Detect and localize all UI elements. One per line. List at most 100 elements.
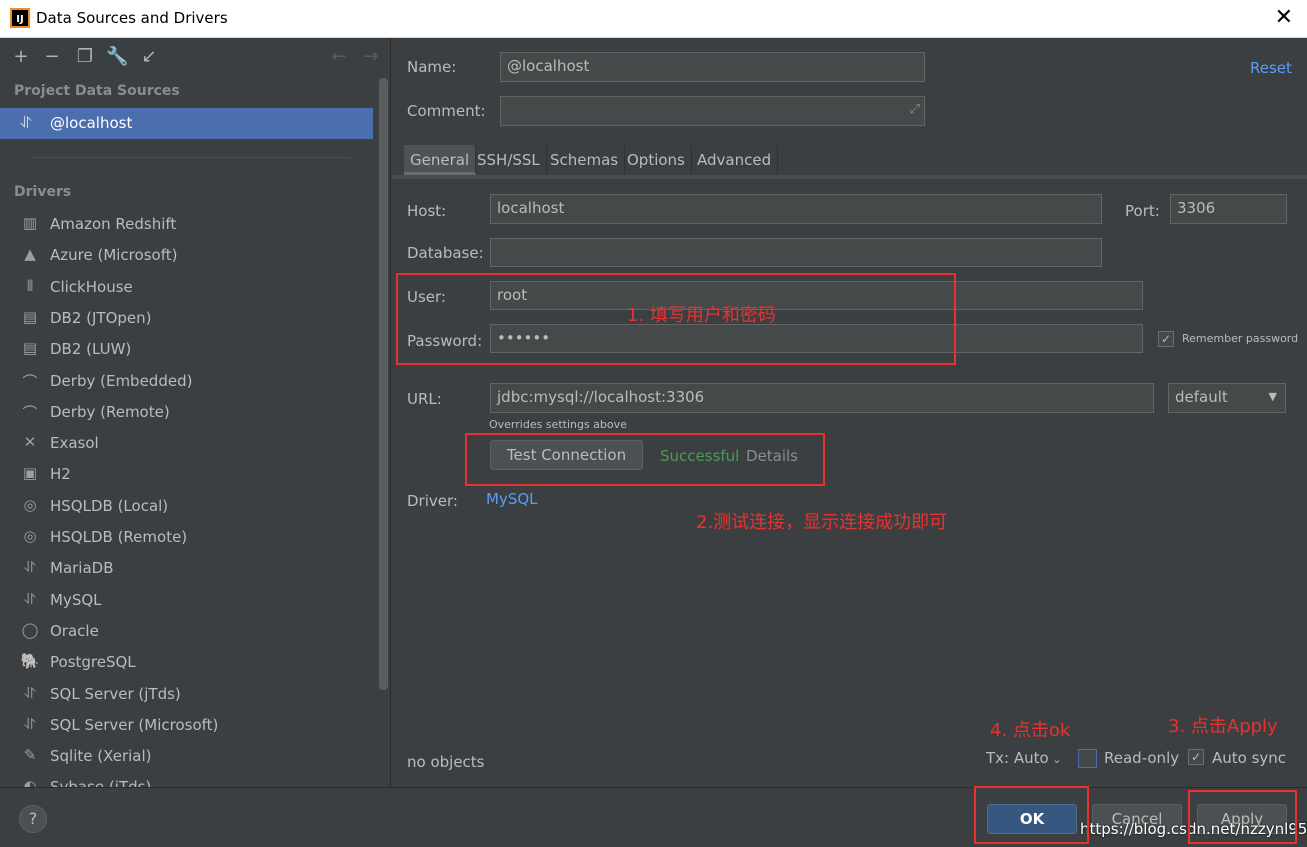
url-mode-select[interactable]: default ▼	[1168, 383, 1286, 413]
driver-label: Oracle	[50, 621, 99, 640]
driver-link[interactable]: MySQL	[486, 490, 538, 508]
import-icon[interactable]: ↙	[138, 46, 160, 68]
sqlserver-icon: ⥯	[24, 714, 36, 733]
driver-label: MySQL	[50, 590, 102, 609]
name-label: Name:	[407, 58, 457, 76]
add-icon[interactable]: +	[10, 46, 32, 68]
driver-item[interactable]: ⥯ MySQL	[0, 586, 373, 617]
derby-icon: ⌒	[22, 372, 38, 391]
driver-label: Azure (Microsoft)	[50, 246, 178, 265]
driver-label: PostgreSQL	[50, 653, 136, 672]
read-only-label: Read-only	[1104, 749, 1180, 767]
sqlserver-icon: ⥯	[24, 683, 36, 702]
mariadb-icon: ⥯	[24, 558, 36, 577]
chevron-down-icon: ▼	[1268, 390, 1277, 403]
help-button[interactable]: ?	[19, 805, 47, 833]
driver-item[interactable]: ▤ DB2 (LUW)	[0, 335, 373, 366]
database-input[interactable]	[490, 238, 1102, 267]
driver-label: Derby (Embedded)	[50, 371, 193, 390]
close-icon[interactable]: ✕	[1275, 6, 1293, 30]
driver-label: Sybase (jTds)	[50, 778, 151, 787]
intellij-icon: IJ	[10, 8, 30, 28]
expand-icon[interactable]: ⤢	[910, 97, 920, 123]
driver-item[interactable]: ◯ Oracle	[0, 617, 373, 648]
url-label: URL:	[407, 390, 442, 408]
annotation-step-3: 3. 点击Apply	[1168, 716, 1278, 737]
driver-label: SQL Server (Microsoft)	[50, 715, 219, 734]
chevron-down-icon: ⌄	[1048, 753, 1062, 766]
project-data-sources-title: Project Data Sources	[14, 83, 180, 99]
wrench-icon[interactable]: 🔧	[106, 46, 128, 68]
driver-item[interactable]: ⥯ SQL Server (Microsoft)	[0, 711, 373, 742]
tab-underline	[392, 175, 1307, 179]
left-scrollbar[interactable]	[379, 78, 388, 690]
tab-schemas[interactable]: Schemas	[544, 145, 626, 175]
annotation-box-apply	[1188, 790, 1297, 844]
driver-label: H2	[50, 465, 71, 484]
redshift-icon: ▥	[22, 214, 38, 232]
driver-item[interactable]: ⌒ Derby (Embedded)	[0, 367, 373, 398]
driver-label: DB2 (JTOpen)	[50, 308, 152, 327]
clickhouse-icon: ⦀	[26, 276, 34, 295]
oracle-icon: ◯	[21, 620, 39, 639]
remember-password-checkbox[interactable]: ✓	[1158, 331, 1174, 347]
mysql-icon: ⥯	[24, 589, 36, 608]
drivers-title: Drivers	[14, 184, 72, 200]
driver-item[interactable]: ◐ Sybase (jTds)	[0, 773, 373, 787]
remove-icon[interactable]: −	[41, 46, 63, 68]
url-input[interactable]: jdbc:mysql://localhost:3306	[490, 383, 1154, 413]
driver-item[interactable]: ◎ HSQLDB (Local)	[0, 492, 373, 523]
driver-item[interactable]: 🐘 PostgreSQL	[0, 648, 373, 679]
name-input[interactable]: @localhost	[500, 52, 925, 82]
tab-options[interactable]: Options	[621, 145, 692, 175]
tab-advanced[interactable]: Advanced	[691, 145, 779, 175]
ibm-db2-icon: ▤	[22, 307, 38, 326]
host-input[interactable]: localhost	[490, 194, 1102, 224]
reset-link[interactable]: Reset	[1250, 59, 1292, 77]
driver-item[interactable]: ▣ H2	[0, 460, 373, 491]
driver-item[interactable]: ▲ Azure (Microsoft)	[0, 241, 373, 272]
annotation-step-4: 4. 点击ok	[990, 720, 1071, 741]
azure-icon: ▲	[24, 245, 36, 264]
port-label: Port:	[1125, 202, 1160, 220]
derby-icon: ⌒	[22, 403, 38, 422]
url-mode-value: default	[1175, 388, 1228, 406]
driver-item[interactable]: ✎ Sqlite (Xerial)	[0, 742, 373, 773]
overrides-note: Overrides settings above	[489, 418, 627, 431]
forward-arrow-icon[interactable]: →	[360, 46, 382, 68]
driver-item[interactable]: ✕ Exasol	[0, 429, 373, 460]
driver-label: Exasol	[50, 434, 99, 453]
driver-item[interactable]: ▤ DB2 (JTOpen)	[0, 304, 373, 335]
auto-sync-checkbox[interactable]: ✓	[1188, 749, 1204, 765]
driver-item[interactable]: ▥ Amazon Redshift	[0, 210, 373, 241]
database-label: Database:	[407, 244, 484, 262]
tab-general[interactable]: General	[404, 145, 477, 175]
annotation-step-2: 2.测试连接，显示连接成功即可	[696, 512, 948, 533]
driver-label: ClickHouse	[50, 277, 133, 296]
divider	[30, 157, 350, 158]
left-toolbar: + − ❐ 🔧 ↙ ← →	[0, 38, 390, 76]
driver-item[interactable]: ⌒ Derby (Remote)	[0, 398, 373, 429]
driver-item[interactable]: ⦀ ClickHouse	[0, 273, 373, 304]
data-source-localhost[interactable]: ⥯ @localhost	[0, 108, 373, 139]
driver-item[interactable]: ⥯ MariaDB	[0, 554, 373, 585]
driver-label: Amazon Redshift	[50, 215, 177, 233]
title-bar: IJ Data Sources and Drivers ✕	[0, 0, 1307, 38]
exasol-icon: ✕	[23, 433, 37, 452]
driver-label: HSQLDB (Local)	[50, 496, 169, 515]
driver-item[interactable]: ⥯ SQL Server (jTds)	[0, 680, 373, 711]
annotation-box-test	[465, 433, 825, 486]
driver-label: Derby (Remote)	[50, 402, 170, 421]
tx-mode-dropdown[interactable]: Tx: Auto ⌄	[986, 749, 1061, 767]
read-only-checkbox[interactable]	[1078, 749, 1097, 768]
driver-label: SQL Server (jTds)	[50, 684, 181, 703]
tab-ssh-ssl[interactable]: SSH/SSL	[471, 145, 547, 175]
driver-item[interactable]: ◎ HSQLDB (Remote)	[0, 523, 373, 554]
comment-input[interactable]: ⤢	[500, 96, 925, 126]
duplicate-icon[interactable]: ❐	[74, 46, 96, 68]
port-input[interactable]: 3306	[1170, 194, 1287, 224]
driver-label: MariaDB	[50, 559, 114, 578]
back-arrow-icon[interactable]: ←	[328, 46, 350, 68]
hsqldb-icon: ◎	[23, 527, 37, 545]
h2-icon: ▣	[22, 464, 38, 483]
